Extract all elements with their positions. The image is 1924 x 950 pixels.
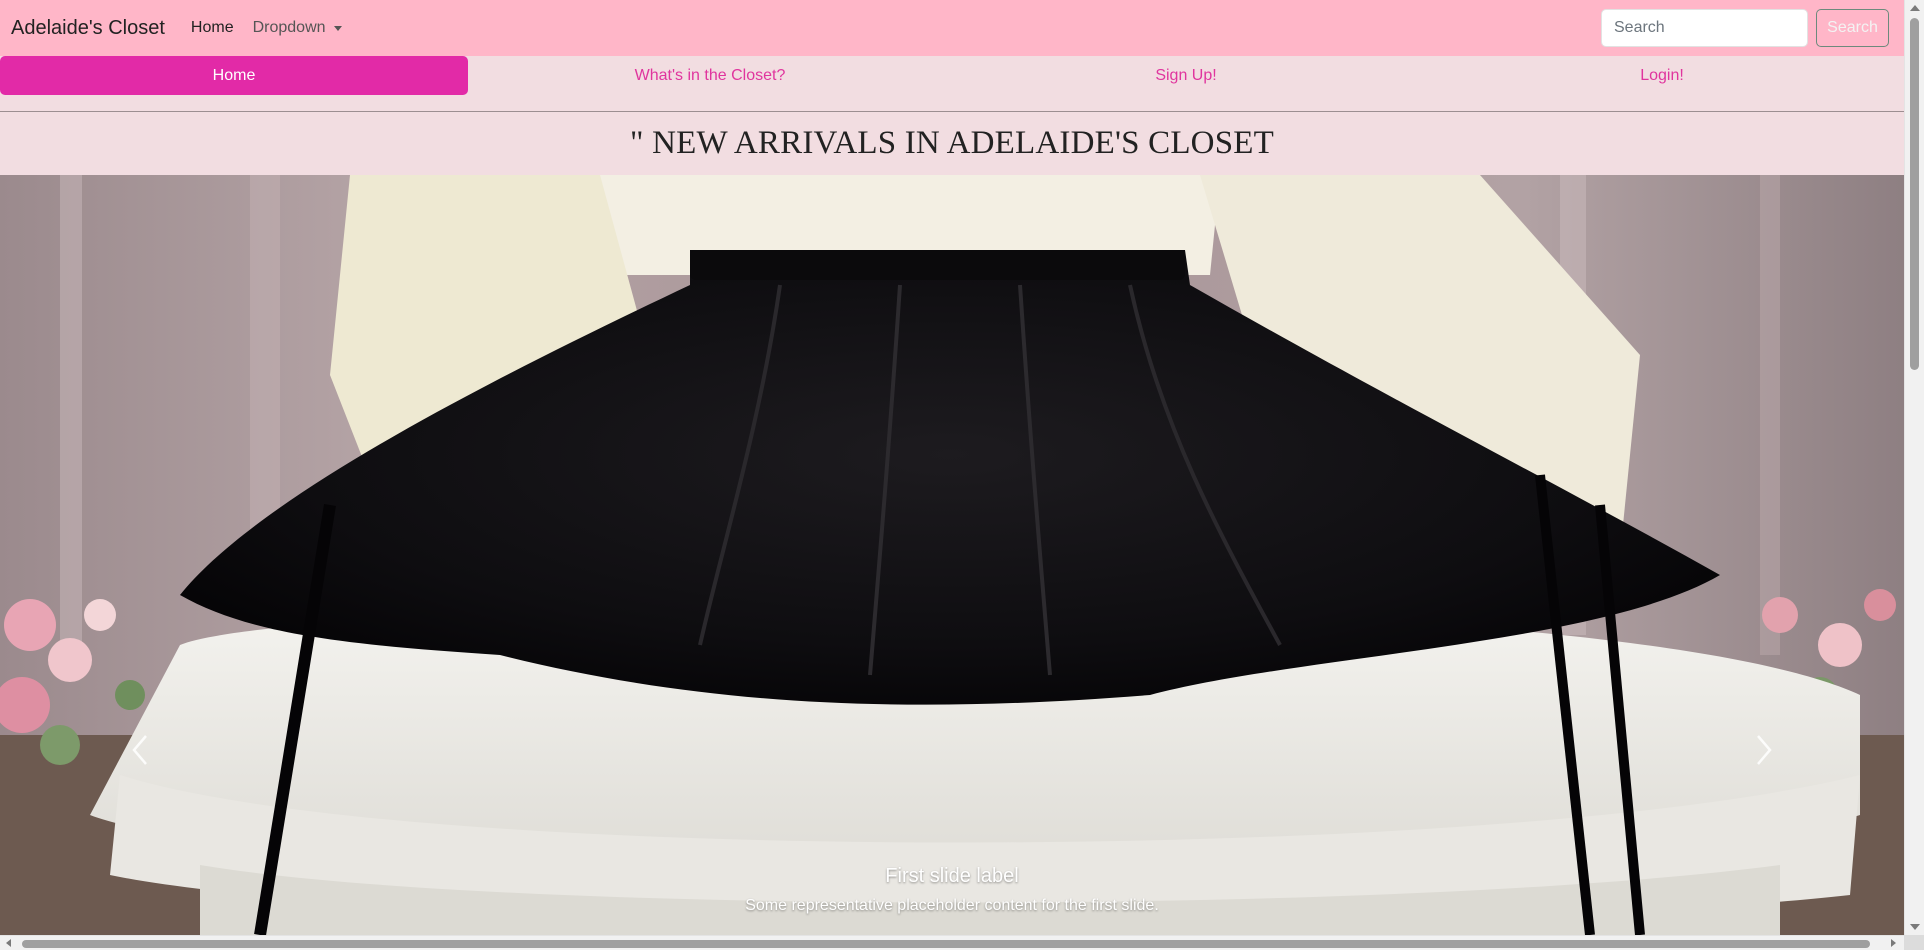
pill-login[interactable]: Login! [1428, 56, 1896, 95]
carousel-prev-button[interactable] [120, 715, 160, 785]
chevron-left-icon [132, 735, 147, 765]
nav-home-link[interactable]: Home [191, 19, 234, 37]
scroll-down-icon[interactable] [1910, 924, 1920, 930]
slide-image [0, 175, 1904, 935]
carousel: First slide label Some representative pl… [0, 175, 1904, 935]
scroll-left-icon[interactable] [6, 939, 11, 947]
search-input[interactable] [1601, 9, 1808, 47]
scroll-up-icon[interactable] [1910, 5, 1920, 11]
vertical-scroll-thumb[interactable] [1910, 18, 1919, 370]
chevron-right-icon [1757, 735, 1772, 765]
vertical-scrollbar[interactable] [1904, 0, 1924, 950]
horizontal-scrollbar[interactable] [0, 935, 1904, 950]
nav-dropdown-toggle[interactable]: Dropdown [253, 19, 342, 37]
horizontal-scroll-thumb[interactable] [22, 940, 1870, 948]
pill-home[interactable]: Home [0, 56, 468, 95]
brand-logo[interactable]: Adelaide's Closet [11, 17, 165, 40]
search-form: Search [1601, 9, 1889, 47]
pills-nav: Home What's in the Closet? Sign Up! Logi… [0, 56, 1904, 112]
scrollbar-corner [1904, 935, 1924, 950]
caret-down-icon [333, 25, 342, 31]
search-button[interactable]: Search [1816, 9, 1889, 47]
top-navbar: Adelaide's Closet Home Dropdown Search [0, 0, 1904, 56]
carousel-caption-text: Some representative placeholder content … [745, 897, 1159, 914]
pill-sign-up[interactable]: Sign Up! [952, 56, 1420, 95]
heading-strip: " NEW ARRIVALS IN ADELAIDE'S CLOSET [0, 112, 1904, 175]
carousel-caption-title: First slide label [885, 865, 1019, 887]
nav-dropdown-label: Dropdown [252, 19, 326, 36]
scroll-right-icon[interactable] [1891, 939, 1896, 947]
carousel-next-button[interactable] [1744, 715, 1784, 785]
pill-closet[interactable]: What's in the Closet? [476, 56, 944, 95]
page-heading: " NEW ARRIVALS IN ADELAIDE'S CLOSET [630, 125, 1274, 161]
